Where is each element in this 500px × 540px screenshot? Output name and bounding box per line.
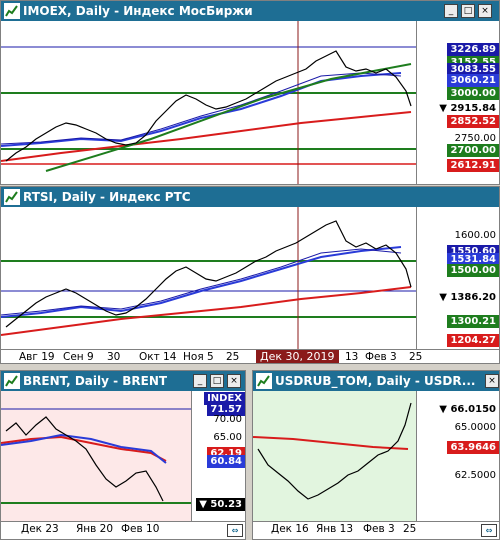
rtsi-time-axis[interactable]: Авг 19 Сен 9 30 Окт 14 Ноя 5 25 Дек 30, … [1, 349, 499, 363]
price-tick: 65.0000 [454, 422, 496, 433]
usdrub-chart-window: USDRUB_TOM, Daily - USDR... × ▼ 66.0150 … [252, 370, 500, 540]
rtsi-price-scale[interactable]: 1600.00 1550.60 1531.84 1500.00 ▼ 1386.2… [416, 207, 499, 349]
time-tick: Авг 19 [19, 351, 55, 363]
time-tick: 25 [409, 351, 423, 363]
imoex-title-bar[interactable]: IMOEX, Daily - Индекс МосБиржи _ □ × [1, 1, 499, 21]
time-tick: Сен 9 [63, 351, 94, 363]
price-label: 60.84 [207, 455, 245, 468]
usdrub-title-bar[interactable]: USDRUB_TOM, Daily - USDR... × [253, 371, 499, 391]
price-label: 3226.89 [447, 43, 499, 56]
price-label: ▼ 1386.20 [436, 291, 499, 304]
brent-plot-area[interactable] [1, 391, 191, 521]
time-tick: Фев 3 [363, 523, 395, 535]
chart-window-icon[interactable] [4, 189, 20, 205]
time-tick: Янв 13 [316, 523, 354, 535]
price-label: ▼ 66.0150 [436, 403, 499, 416]
price-tick: 1600.00 [454, 230, 496, 241]
usdrub-title: USDRUB_TOM, Daily - USDR... [275, 374, 476, 388]
price-label: 2852.52 [447, 115, 499, 128]
chart-window-icon[interactable] [256, 373, 272, 389]
price-label: 1300.21 [447, 315, 499, 328]
imoex-chart-window: IMOEX, Daily - Индекс МосБиржи _ □ × 322… [0, 0, 500, 185]
price-tick: 62.5000 [454, 470, 496, 481]
imoex-chart-svg [1, 21, 416, 184]
minimize-button[interactable]: _ [193, 374, 207, 388]
rtsi-chart-window: RTSI, Daily - Индекс РТС 1600.00 1550.60… [0, 186, 500, 364]
price-label: 2612.91 [447, 159, 499, 172]
imoex-plot-area[interactable] [1, 21, 416, 184]
brent-title: BRENT, Daily - BRENT [23, 374, 168, 388]
time-tick: Фев 10 [121, 523, 160, 535]
time-tick: 30 [107, 351, 121, 363]
time-tick: Дек 16 [271, 523, 309, 535]
minimize-button[interactable]: _ [444, 4, 458, 18]
rtsi-title-bar[interactable]: RTSI, Daily - Индекс РТС [1, 187, 499, 207]
price-tick: 70.00 [213, 414, 242, 425]
time-tick: Фев 3 [365, 351, 397, 363]
maximize-button[interactable]: □ [461, 4, 475, 18]
time-tick: Янв 20 [76, 523, 114, 535]
price-label: 3000.00 [447, 87, 499, 100]
usdrub-price-scale[interactable]: ▼ 66.0150 65.0000 63.9646 62.5000 [416, 391, 499, 521]
imoex-price-scale[interactable]: 3226.89 3152.55 3083.55 3060.21 3000.00 … [416, 21, 499, 184]
brent-title-bar[interactable]: BRENT, Daily - BRENT _ □ × [1, 371, 245, 391]
usdrub-chart-svg [253, 402, 412, 500]
price-label: 1204.27 [447, 334, 499, 347]
price-label: ▼ 2915.84 [436, 102, 499, 115]
close-button[interactable]: × [478, 4, 492, 18]
price-label: ▼ 50.23 [196, 498, 245, 511]
price-tick: 65.00 [213, 432, 242, 443]
brent-chart-svg [1, 408, 191, 504]
time-tick: 13 [345, 351, 359, 363]
close-button[interactable]: × [485, 374, 499, 388]
rtsi-plot-area[interactable] [1, 207, 416, 349]
usdrub-plot-area[interactable] [253, 391, 416, 521]
price-label: 2700.00 [447, 144, 499, 157]
rtsi-chart-svg [1, 207, 416, 349]
expand-icon[interactable]: ⇔ [481, 524, 497, 537]
time-tick: Ноя 5 [183, 351, 214, 363]
maximize-button[interactable]: □ [210, 374, 224, 388]
brent-time-axis[interactable]: Дек 23 Янв 20 Фев 10 ⇔ [1, 521, 245, 539]
imoex-title: IMOEX, Daily - Индекс МосБиржи [23, 4, 253, 18]
price-label: 3060.21 [447, 74, 499, 87]
usdrub-time-axis[interactable]: Дек 16 Янв 13 Фев 3 25 ⇔ [253, 521, 499, 539]
expand-icon[interactable]: ⇔ [227, 524, 243, 537]
chart-window-icon[interactable] [4, 373, 20, 389]
rtsi-title: RTSI, Daily - Индекс РТС [23, 190, 191, 204]
brent-chart-window: BRENT, Daily - BRENT _ □ × INDEX 71.57 7… [0, 370, 246, 540]
chart-window-icon[interactable] [4, 3, 20, 19]
time-tick: 25 [403, 523, 417, 535]
cursor-date-label: Дек 30, 2019 [256, 350, 339, 363]
price-label: 63.9646 [447, 441, 499, 454]
time-tick: Дек 23 [21, 523, 59, 535]
time-tick: Окт 14 [139, 351, 177, 363]
close-button[interactable]: × [227, 374, 241, 388]
brent-price-scale[interactable]: INDEX 71.57 70.00 65.00 62.19 60.84 ▼ 50… [191, 391, 245, 521]
time-tick: 25 [226, 351, 240, 363]
price-label: 1500.00 [447, 264, 499, 277]
